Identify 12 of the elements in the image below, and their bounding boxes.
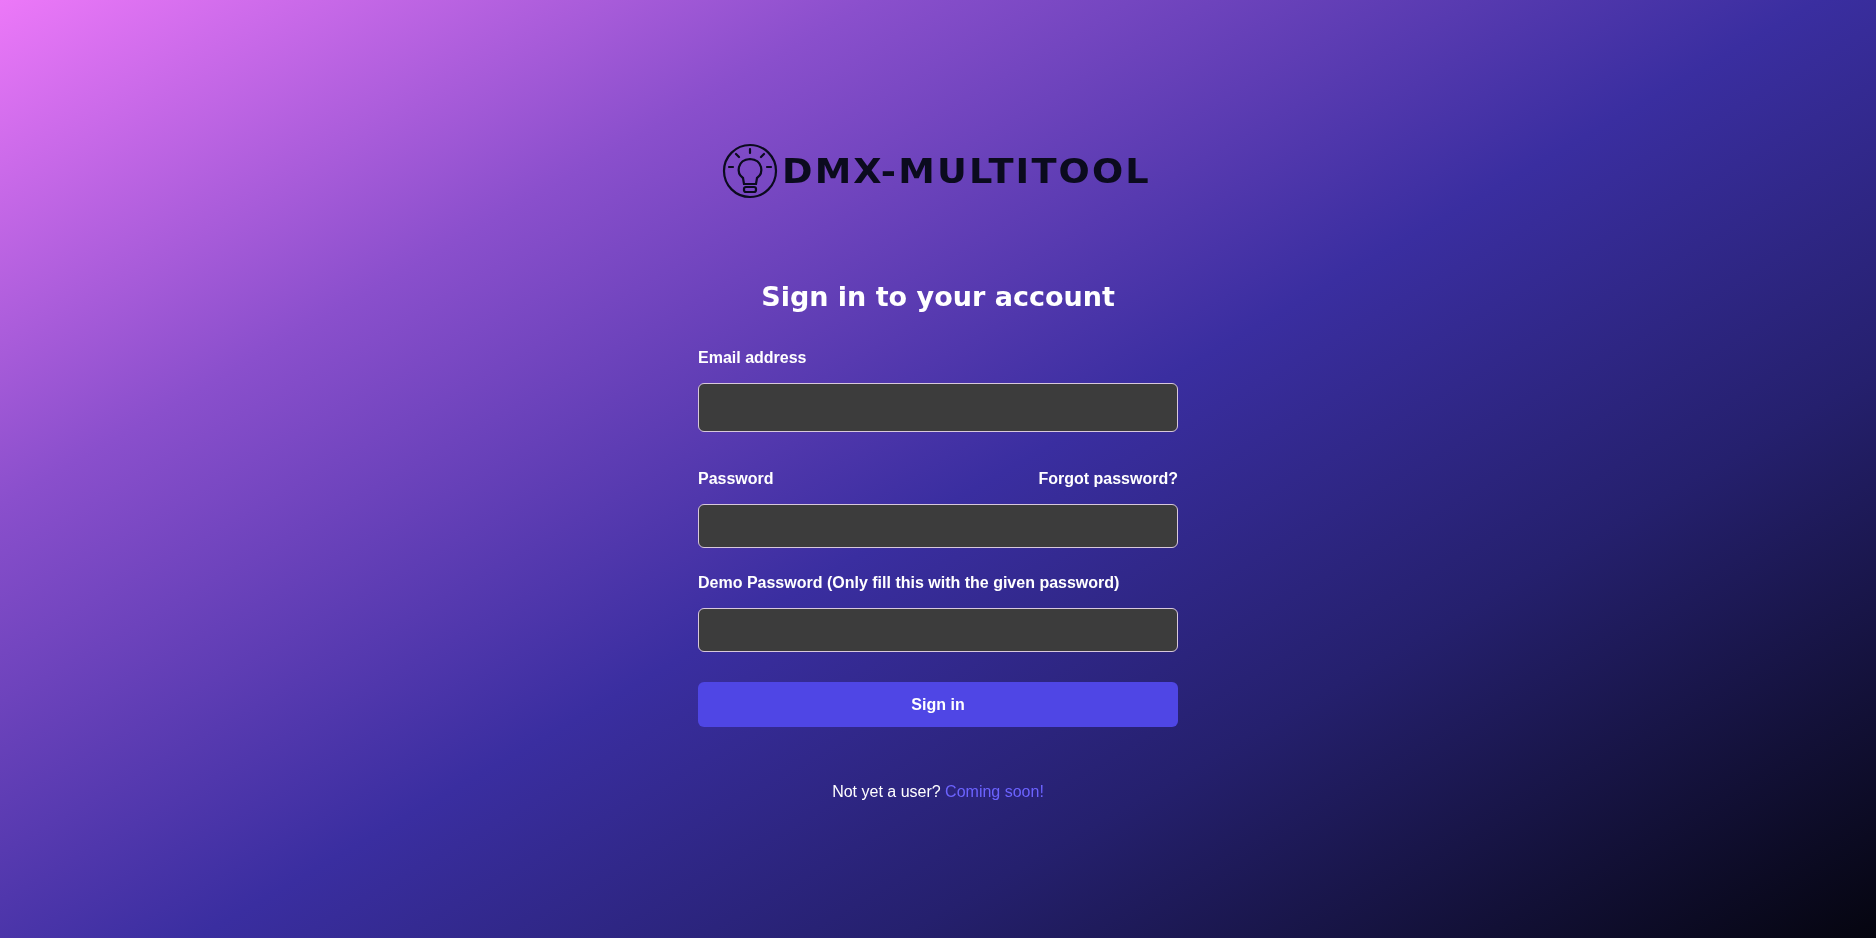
- field-label: Demo Password (Only fill this with the given password): [698, 574, 1120, 593]
- lightbulb-icon: [722, 143, 779, 199]
- input-field[interactable]: [698, 504, 1178, 549]
- logo-text: DMX-MULTITOOL: [782, 151, 1152, 191]
- field-label: Email address: [698, 349, 807, 368]
- page-heading: Sign in to your account: [761, 281, 1115, 314]
- field-label: Password: [698, 470, 774, 489]
- forgot-password-link[interactable]: Forgot password?: [1038, 470, 1178, 489]
- input-field[interactable]: [698, 383, 1178, 433]
- footer-text: Not yet a user? Coming soon!: [832, 783, 1044, 802]
- sign-in-button[interactable]: Sign in: [698, 682, 1178, 728]
- input-field[interactable]: [698, 608, 1178, 653]
